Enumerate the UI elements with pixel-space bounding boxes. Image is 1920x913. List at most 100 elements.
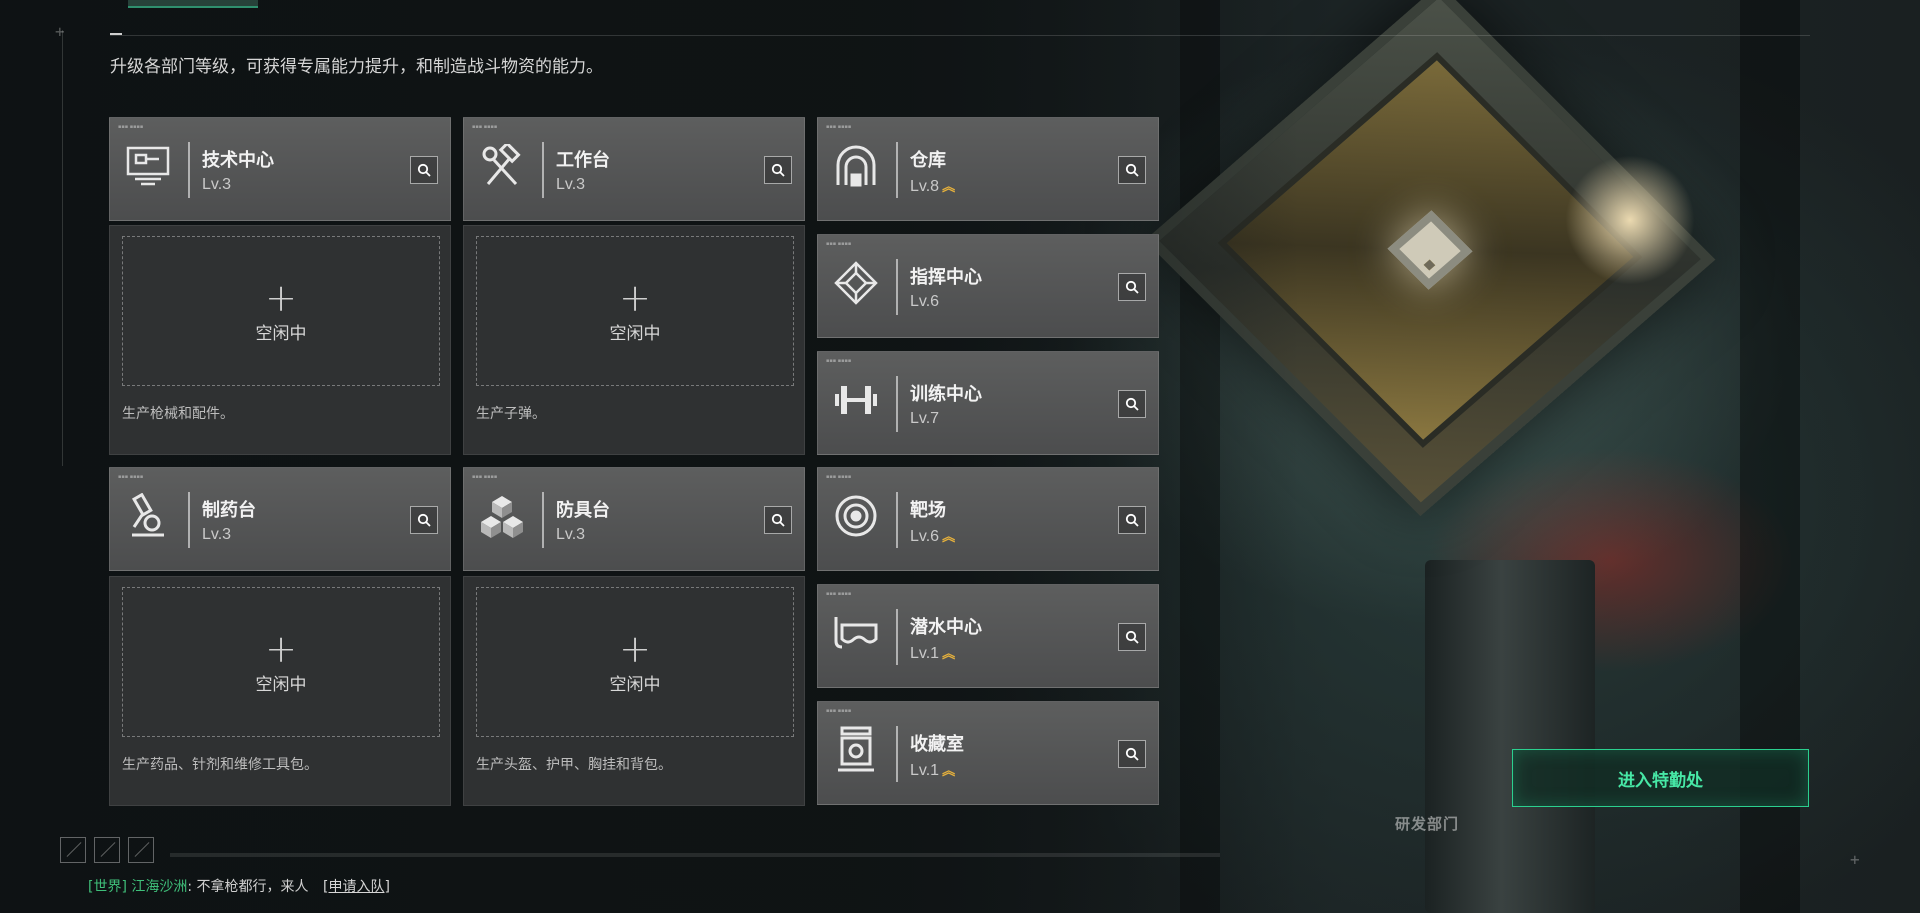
- production-description: 生产药品、针剂和维修工具包。: [122, 757, 318, 773]
- cubes-icon: [478, 492, 526, 540]
- card-micro-text: ▪▪▪ ▪▪▪▪: [472, 474, 498, 480]
- card-micro-text: ▪▪▪ ▪▪▪▪: [826, 124, 852, 130]
- facility-card-command-center[interactable]: ▪▪▪ ▪▪▪▪ 指挥中心 Lv.6: [817, 234, 1159, 338]
- facility-card-pharmacy[interactable]: ▪▪▪ ▪▪▪▪ 制药台 Lv.3: [109, 467, 451, 571]
- scene-pillar: [1425, 560, 1595, 913]
- facility-name: 工作台: [556, 150, 610, 171]
- scene-cube-core: [1387, 210, 1473, 290]
- production-slot[interactable]: + 空闲中: [122, 236, 440, 386]
- production-slot[interactable]: + 空闲中: [476, 587, 794, 737]
- apply-join-team-link[interactable]: [申请入队]: [323, 879, 390, 895]
- production-panel-tech-center: + 空闲中 生产枪械和配件。: [109, 225, 451, 455]
- hammer-wrench-icon: [478, 142, 526, 190]
- level-text: Lv.8: [910, 178, 940, 195]
- facility-level: Lv.6 ︽: [910, 526, 955, 546]
- facility-name: 技术中心: [202, 150, 274, 171]
- level-text: Lv.1: [910, 762, 940, 779]
- facility-name: 指挥中心: [910, 267, 982, 288]
- card-micro-text: ▪▪▪ ▪▪▪▪: [118, 474, 144, 480]
- hud-progress-track: [170, 853, 1220, 857]
- facility-card-tech-center[interactable]: ▪▪▪ ▪▪▪▪ 技术中心 Lv.3: [109, 117, 451, 221]
- dumbbell-icon: [832, 376, 880, 424]
- facility-level: Lv.3: [556, 176, 586, 193]
- slot-status: 空闲中: [609, 674, 661, 695]
- corner-cross-icon: +: [55, 22, 65, 41]
- level-text: Lv.6: [910, 528, 940, 545]
- facility-name: 训练中心: [910, 384, 982, 405]
- top-divider-tick: [110, 33, 122, 35]
- search-icon[interactable]: [410, 506, 438, 534]
- card-separator: [896, 609, 898, 665]
- facility-card-training-center[interactable]: ▪▪▪ ▪▪▪▪ 训练中心 Lv.7: [817, 351, 1159, 455]
- search-icon[interactable]: [1118, 623, 1146, 651]
- facility-name: 收藏室: [910, 734, 964, 755]
- facility-level: Lv.3: [202, 526, 232, 543]
- facility-level: Lv.1 ︽: [910, 760, 955, 780]
- facility-name: 仓库: [910, 150, 946, 171]
- search-icon[interactable]: [1118, 273, 1146, 301]
- card-separator: [188, 492, 190, 548]
- search-icon[interactable]: [1118, 506, 1146, 534]
- card-separator: [896, 492, 898, 548]
- scene-light-glow: [1560, 150, 1700, 290]
- hud-slot-icon: [60, 837, 86, 863]
- card-separator: [896, 376, 898, 432]
- production-panel-armor-bench: + 空闲中 生产头盔、护甲、胸挂和背包。: [463, 576, 805, 806]
- card-separator: [188, 142, 190, 198]
- facility-name: 制药台: [202, 500, 256, 521]
- card-micro-text: ▪▪▪ ▪▪▪▪: [118, 124, 144, 130]
- enter-special-ops-button[interactable]: 进入特勤处: [1512, 749, 1809, 807]
- facility-level: Lv.1 ︽: [910, 643, 955, 663]
- warehouse-icon: [832, 142, 880, 190]
- production-description: 生产头盔、护甲、胸挂和背包。: [476, 757, 672, 773]
- chip-icon: [832, 259, 880, 307]
- top-tab-indicator: [128, 0, 258, 8]
- card-micro-text: ▪▪▪ ▪▪▪▪: [826, 241, 852, 247]
- search-icon[interactable]: [1118, 156, 1146, 184]
- card-micro-text: ▪▪▪ ▪▪▪▪: [472, 124, 498, 130]
- world-chat-line: [世界] 江海沙洲: 不拿枪都行，来人 [申请入队]: [88, 876, 390, 896]
- facility-card-collection-room[interactable]: ▪▪▪ ▪▪▪▪ 收藏室 Lv.1 ︽: [817, 701, 1159, 805]
- production-panel-pharmacy: + 空闲中 生产药品、针剂和维修工具包。: [109, 576, 451, 806]
- search-icon[interactable]: [410, 156, 438, 184]
- production-slot[interactable]: + 空闲中: [122, 587, 440, 737]
- search-icon[interactable]: [764, 506, 792, 534]
- facility-card-shooting-range[interactable]: ▪▪▪ ▪▪▪▪ 靶场 Lv.6 ︽: [817, 467, 1159, 571]
- search-icon[interactable]: [1118, 740, 1146, 768]
- chat-sender[interactable]: 江海沙洲: [131, 879, 187, 895]
- facility-card-warehouse[interactable]: ▪▪▪ ▪▪▪▪ 仓库 Lv.8 ︽: [817, 117, 1159, 221]
- card-micro-text: ▪▪▪ ▪▪▪▪: [826, 591, 852, 597]
- card-separator: [896, 259, 898, 315]
- facility-name: 防具台: [556, 500, 610, 521]
- slot-status: 空闲中: [255, 323, 307, 344]
- chat-channel[interactable]: [世界]: [88, 879, 127, 895]
- card-separator: [896, 142, 898, 198]
- facility-card-workbench[interactable]: ▪▪▪ ▪▪▪▪ 工作台 Lv.3: [463, 117, 805, 221]
- upgrade-available-icon: ︽: [942, 179, 955, 194]
- facility-name: 潜水中心: [910, 617, 982, 638]
- facility-card-armor-bench[interactable]: ▪▪▪ ▪▪▪▪ 防具台 Lv.3: [463, 467, 805, 571]
- chat-message: : 不拿枪都行，来人: [187, 879, 309, 895]
- slot-status: 空闲中: [255, 674, 307, 695]
- facility-card-diving-center[interactable]: ▪▪▪ ▪▪▪▪ 潜水中心 Lv.1 ︽: [817, 584, 1159, 688]
- card-micro-text: ▪▪▪ ▪▪▪▪: [826, 474, 852, 480]
- search-icon[interactable]: [764, 156, 792, 184]
- search-icon[interactable]: [1118, 390, 1146, 418]
- upgrade-available-icon: ︽: [942, 529, 955, 544]
- scene-sign-label: 研发部门: [1395, 816, 1460, 833]
- production-description: 生产子弹。: [476, 406, 546, 422]
- corner-cross-icon: +: [1850, 850, 1860, 869]
- page-subtitle: 升级各部门等级，可获得专属能力提升，和制造战斗物资的能力。: [110, 57, 603, 77]
- diving-mask-icon: [832, 609, 880, 657]
- facility-name: 靶场: [910, 500, 946, 521]
- production-slot[interactable]: + 空闲中: [476, 236, 794, 386]
- facility-level: Lv.6: [910, 293, 940, 310]
- production-panel-workbench: + 空闲中 生产子弹。: [463, 225, 805, 455]
- add-icon: +: [619, 626, 651, 671]
- hud-slot-icon: [128, 837, 154, 863]
- card-micro-text: ▪▪▪ ▪▪▪▪: [826, 358, 852, 364]
- facility-level: Lv.8 ︽: [910, 176, 955, 196]
- hud-status-boxes: [60, 837, 154, 863]
- card-separator: [542, 142, 544, 198]
- upgrade-available-icon: ︽: [942, 646, 955, 661]
